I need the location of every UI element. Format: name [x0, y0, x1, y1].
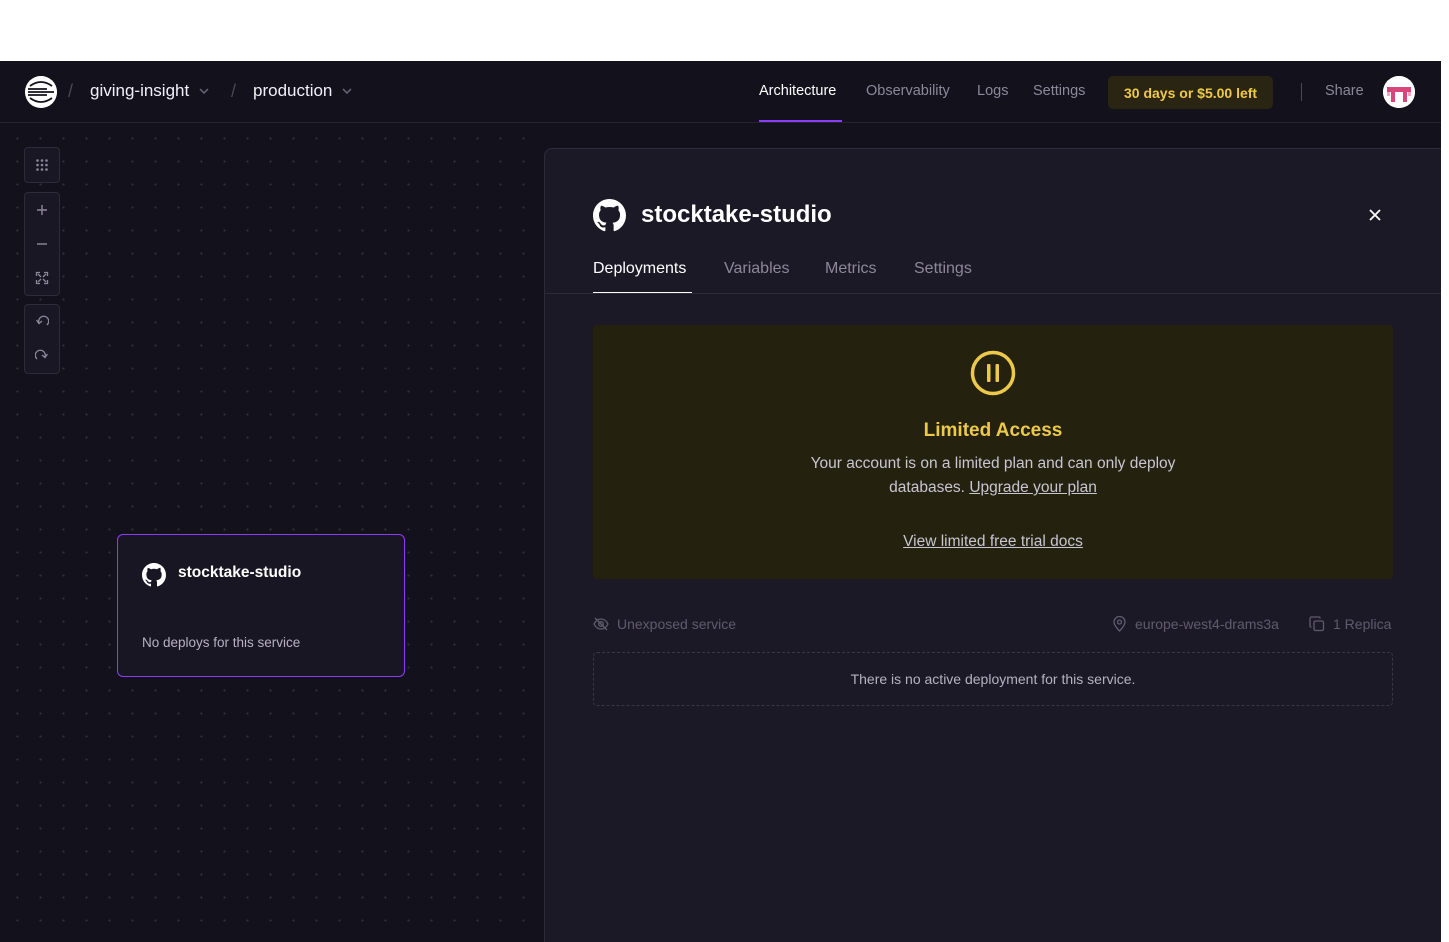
nav-active-underline — [759, 120, 842, 122]
github-icon — [142, 563, 166, 587]
eye-off-icon — [593, 617, 609, 631]
environment-name: production — [253, 81, 333, 100]
trial-badge[interactable]: 30 days or $5.00 left — [1108, 76, 1274, 109]
browser-right-edge — [1441, 0, 1449, 942]
undo-button[interactable] — [25, 305, 59, 339]
redo-button[interactable] — [25, 339, 59, 373]
nav-logs[interactable]: Logs — [977, 83, 1008, 99]
service-meta-row: Unexposed service europe-west4-drams3a 1… — [593, 616, 1393, 636]
limited-access-notice: Limited Access Your account is on a limi… — [593, 325, 1393, 579]
user-avatar[interactable] — [1383, 76, 1415, 108]
zoom-in-button[interactable] — [25, 193, 59, 227]
zoom-out-icon — [37, 243, 47, 245]
project-name: giving-insight — [90, 81, 190, 100]
empty-deployments-message: There is no active deployment for this s… — [593, 652, 1393, 706]
nav-divider — [1301, 83, 1302, 101]
canvas-history-toolbox — [24, 304, 60, 374]
github-icon — [593, 199, 626, 232]
service-card-title: stocktake-studio — [178, 564, 302, 581]
service-detail-panel: stocktake-studio Deployments Variables M… — [544, 148, 1441, 942]
grid-icon — [36, 159, 48, 171]
replica-copy-icon — [1309, 616, 1325, 632]
project-selector[interactable]: giving-insight — [90, 81, 211, 101]
canvas-zoom-toolbox — [24, 192, 60, 296]
nav-architecture[interactable]: Architecture — [759, 83, 836, 99]
chevron-down-icon — [199, 88, 209, 95]
fit-screen-icon — [35, 271, 49, 285]
chevron-down-icon — [342, 88, 352, 95]
canvas-grid-toolbox — [24, 147, 60, 183]
breadcrumb-separator: / — [231, 81, 237, 101]
share-button[interactable]: Share — [1325, 83, 1364, 99]
environment-selector[interactable]: production — [253, 81, 354, 101]
region-label: europe-west4-drams3a — [1135, 616, 1279, 632]
service-card-status: No deploys for this service — [142, 635, 301, 650]
tab-variables[interactable]: Variables — [724, 260, 790, 278]
browser-top-blank — [0, 0, 1449, 61]
limited-access-title: Limited Access — [923, 420, 1063, 441]
breadcrumb-separator: / — [68, 81, 74, 101]
railway-app: / giving-insight / production Architectu… — [0, 61, 1441, 942]
fit-screen-button[interactable] — [25, 261, 59, 295]
tab-deployments[interactable]: Deployments — [593, 260, 686, 278]
tab-settings[interactable]: Settings — [914, 260, 972, 278]
grid-button[interactable] — [25, 148, 59, 182]
tab-metrics[interactable]: Metrics — [825, 260, 877, 278]
free-trial-docs-link[interactable]: View limited free trial docs — [593, 533, 1393, 551]
redo-icon — [35, 349, 49, 360]
undo-icon — [35, 315, 49, 326]
close-panel-button[interactable] — [1365, 205, 1385, 225]
region-info: europe-west4-drams3a — [1112, 616, 1279, 632]
panel-title: stocktake-studio — [641, 201, 832, 228]
pause-icon — [970, 350, 1016, 396]
service-card[interactable]: stocktake-studio No deploys for this ser… — [117, 534, 405, 677]
close-icon — [1369, 209, 1381, 221]
zoom-in-icon — [37, 205, 47, 215]
replica-info: 1 Replica — [1309, 616, 1391, 632]
railway-logo-icon[interactable] — [25, 76, 57, 108]
replica-label: 1 Replica — [1333, 616, 1392, 632]
zoom-out-button[interactable] — [25, 227, 59, 261]
map-pin-icon — [1113, 616, 1126, 632]
exposure-label: Unexposed service — [617, 616, 737, 632]
tabs-divider — [545, 293, 1441, 294]
limited-access-text: Your account is on a limited plan and ca… — [793, 452, 1193, 500]
top-navbar: / giving-insight / production Architectu… — [0, 61, 1441, 123]
exposure-status: Unexposed service — [593, 616, 736, 632]
nav-settings[interactable]: Settings — [1033, 83, 1085, 99]
nav-observability[interactable]: Observability — [866, 83, 950, 99]
upgrade-plan-link[interactable]: Upgrade your plan — [969, 479, 1097, 496]
architecture-canvas[interactable]: stocktake-studio No deploys for this ser… — [0, 123, 545, 942]
